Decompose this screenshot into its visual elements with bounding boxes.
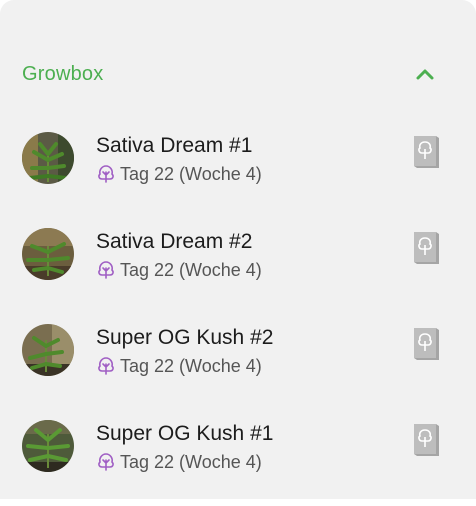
plant-row[interactable]: Sativa Dream #1 Tag 22 (Woche 4) bbox=[0, 122, 476, 218]
plant-age: Tag 22 (Woche 4) bbox=[120, 451, 262, 472]
diary-book-icon[interactable] bbox=[410, 130, 442, 170]
plant-avatar bbox=[22, 228, 74, 280]
plant-age: Tag 22 (Woche 4) bbox=[120, 163, 262, 184]
sprout-icon bbox=[98, 165, 114, 183]
plant-avatar bbox=[22, 132, 74, 184]
plant-status: Tag 22 (Woche 4) bbox=[96, 451, 262, 473]
plant-age: Tag 22 (Woche 4) bbox=[120, 259, 262, 280]
plant-avatar bbox=[22, 324, 74, 376]
plant-status: Tag 22 (Woche 4) bbox=[96, 163, 262, 185]
plant-name: Sativa Dream #2 bbox=[96, 230, 253, 253]
plant-name: Super OG Kush #2 bbox=[96, 326, 274, 349]
plant-status: Tag 22 (Woche 4) bbox=[96, 259, 262, 281]
sprout-icon bbox=[98, 261, 114, 279]
growbox-card: Growbox Sativa Dream #1 Tag 22 (Woche 4) bbox=[0, 0, 476, 499]
section-header-growbox[interactable]: Growbox bbox=[0, 48, 476, 100]
diary-book-icon[interactable] bbox=[410, 322, 442, 362]
plant-age: Tag 22 (Woche 4) bbox=[120, 355, 262, 376]
plant-avatar bbox=[22, 420, 74, 472]
plant-row[interactable]: Super OG Kush #1 Tag 22 (Woche 4) bbox=[0, 410, 476, 506]
section-title: Growbox bbox=[22, 63, 104, 85]
plant-row[interactable]: Sativa Dream #2 Tag 22 (Woche 4) bbox=[0, 218, 476, 314]
sprout-icon bbox=[98, 357, 114, 375]
diary-book-icon[interactable] bbox=[410, 226, 442, 266]
plant-name: Super OG Kush #1 bbox=[96, 422, 274, 445]
chevron-up-icon[interactable] bbox=[410, 60, 440, 88]
diary-book-icon[interactable] bbox=[410, 418, 442, 458]
sprout-icon bbox=[98, 453, 114, 471]
plant-row[interactable]: Super OG Kush #2 Tag 22 (Woche 4) bbox=[0, 314, 476, 410]
plant-name: Sativa Dream #1 bbox=[96, 134, 253, 157]
plant-status: Tag 22 (Woche 4) bbox=[96, 355, 262, 377]
